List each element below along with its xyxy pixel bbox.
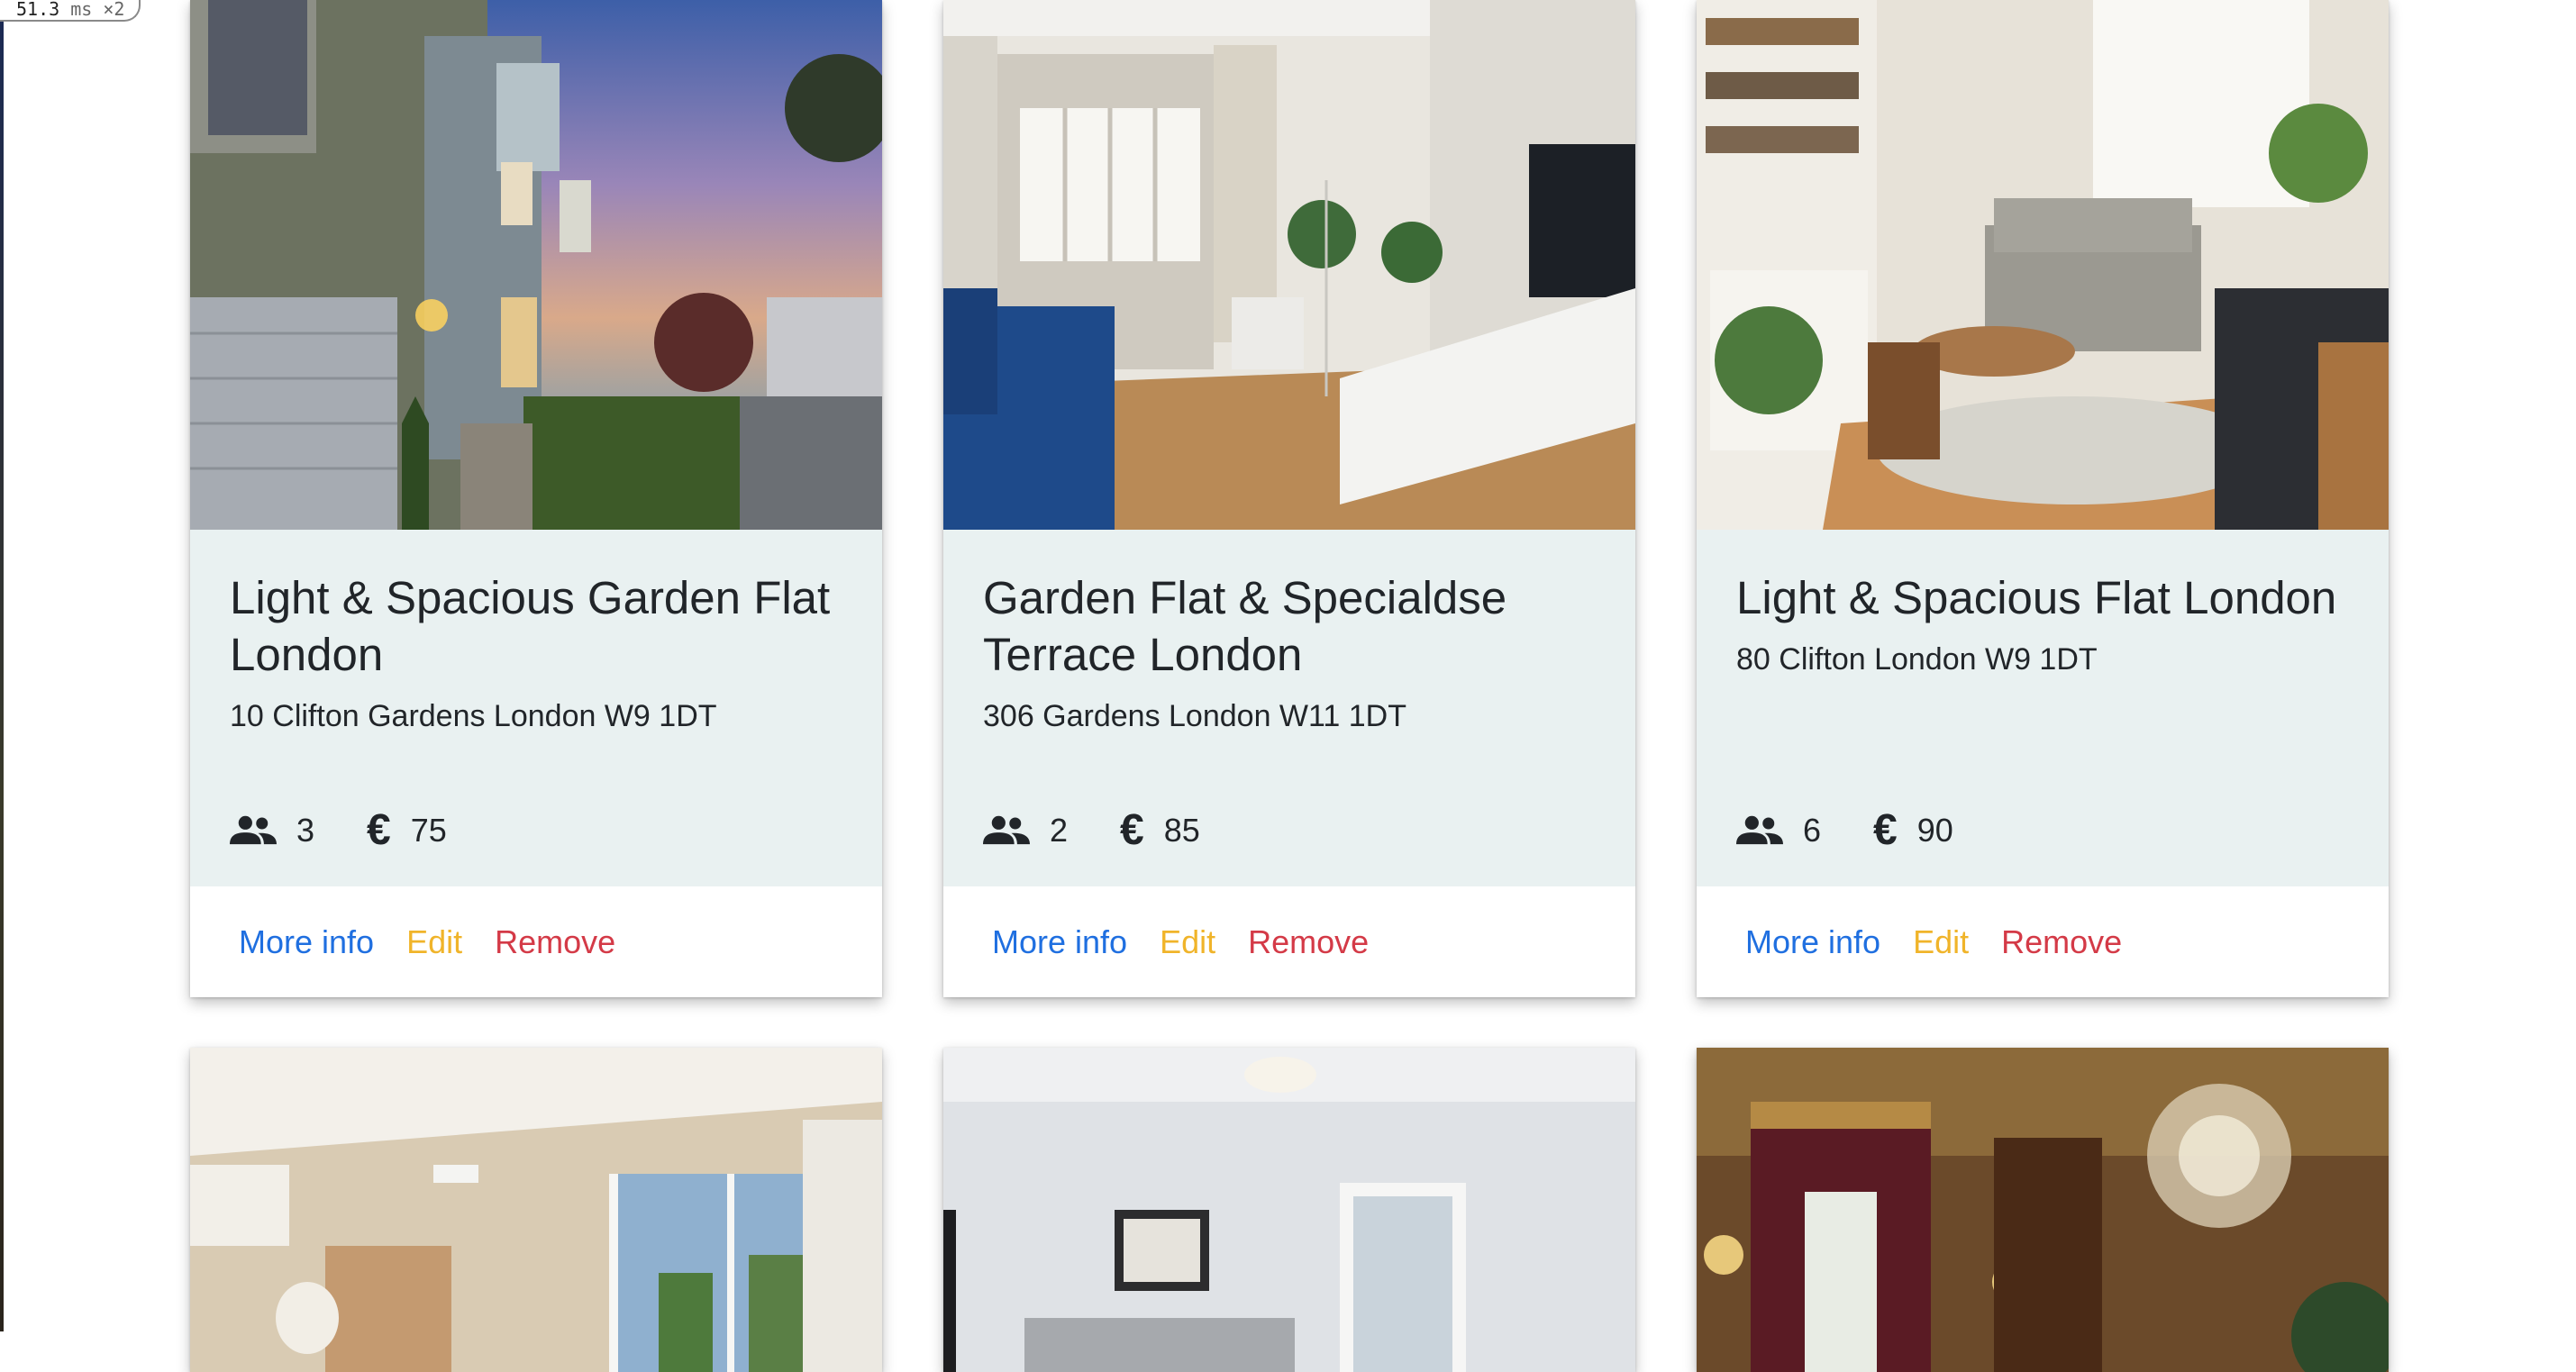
euro-icon: € — [1120, 806, 1144, 854]
listing-photo — [1697, 0, 2389, 530]
price-value: 90 — [1916, 812, 1953, 849]
sitting-room-image — [1697, 0, 2389, 530]
listings-grid: Light & Spacious Garden Flat London 10 C… — [190, 0, 2389, 1372]
listing-photo — [1697, 1048, 2389, 1372]
guests-count: 3 — [296, 812, 315, 849]
listing-address: 80 Clifton London W9 1DT — [1736, 642, 2098, 677]
listing-card — [190, 1048, 882, 1372]
listing-actions: More info Edit Remove — [1697, 886, 2389, 997]
listing-card — [943, 1048, 1635, 1372]
bedroom-image — [190, 1048, 882, 1372]
people-icon — [983, 815, 1030, 845]
guests-count: 6 — [1803, 812, 1822, 849]
bedroom-image — [943, 1048, 1635, 1372]
listing-meta: 2 € 85 — [983, 809, 1200, 852]
listing-actions: More info Edit Remove — [943, 886, 1635, 997]
listing-title: Light & Spacious Garden Flat London — [230, 572, 831, 680]
listing-card — [1697, 1048, 2389, 1372]
listing-card: Light & Spacious Garden Flat London 10 C… — [190, 0, 882, 997]
listing-photo — [190, 1048, 882, 1372]
listing-card: Garden Flat & Specialdse Terrace London … — [943, 0, 1635, 997]
edit-link[interactable]: Edit — [1160, 923, 1215, 961]
listing-meta: 6 € 90 — [1736, 809, 1953, 852]
edit-link[interactable]: Edit — [1913, 923, 1969, 961]
listing-meta: 3 € 75 — [230, 809, 447, 852]
living-room-image — [943, 0, 1635, 530]
more-info-link[interactable]: More info — [239, 923, 374, 961]
fps-unit: ms ×2 — [70, 0, 125, 20]
remove-link[interactable]: Remove — [2001, 923, 2122, 961]
fps-value: 51.3 — [16, 0, 60, 20]
window-edge — [0, 0, 4, 1331]
guests-count: 2 — [1050, 812, 1069, 849]
ornate-hall-image — [1697, 1048, 2389, 1372]
listing-photo — [190, 0, 882, 530]
more-info-link[interactable]: More info — [992, 923, 1127, 961]
fps-counter: 51.3 ms ×2 — [0, 0, 141, 22]
remove-link[interactable]: Remove — [1248, 923, 1369, 961]
listing-title: Light & Spacious Flat London — [1736, 572, 2337, 623]
listing-photo — [943, 1048, 1635, 1372]
remove-link[interactable]: Remove — [495, 923, 615, 961]
euro-icon: € — [1873, 806, 1898, 854]
more-info-link[interactable]: More info — [1745, 923, 1880, 961]
euro-icon: € — [367, 806, 391, 854]
edit-link[interactable]: Edit — [406, 923, 462, 961]
people-icon — [230, 815, 277, 845]
house-exterior-image — [190, 0, 882, 530]
listing-address: 306 Gardens London W11 1DT — [983, 699, 1406, 733]
listing-address: 10 Clifton Gardens London W9 1DT — [230, 699, 717, 733]
price-value: 85 — [1163, 812, 1200, 849]
people-icon — [1736, 815, 1783, 845]
listing-photo — [943, 0, 1635, 530]
listing-actions: More info Edit Remove — [190, 886, 882, 997]
listing-card: Light & Spacious Flat London 80 Clifton … — [1697, 0, 2389, 997]
price-value: 75 — [410, 812, 447, 849]
listing-title: Garden Flat & Specialdse Terrace London — [983, 572, 1507, 680]
